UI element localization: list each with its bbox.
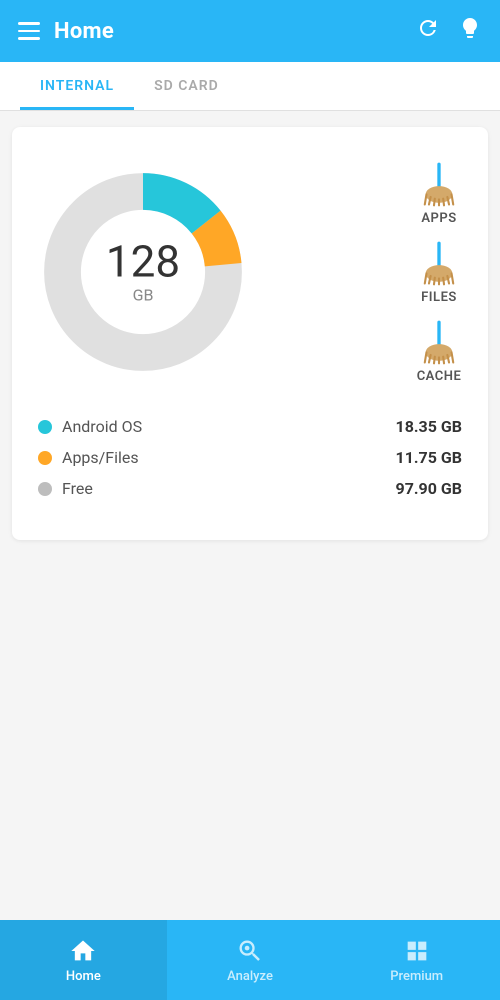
- legend-apps-files: Apps/Files 11.75 GB: [38, 448, 462, 467]
- nav-analyze-label: Analyze: [227, 969, 273, 984]
- tabs-bar: INTERNAL SD CARD: [0, 62, 500, 111]
- action-files[interactable]: FILES: [416, 240, 462, 305]
- legend-value-android: 18.35 GB: [396, 417, 462, 436]
- nav-analyze[interactable]: Analyze: [167, 920, 334, 1000]
- legend-value-free: 97.90 GB: [396, 479, 462, 498]
- main-content-card: 128 GB: [12, 127, 488, 540]
- legend-label-free: Free: [62, 479, 93, 498]
- chart-area: 128 GB: [28, 147, 472, 407]
- legend-free: Free 97.90 GB: [38, 479, 462, 498]
- legend-label-android: Android OS: [62, 417, 142, 436]
- nav-premium[interactable]: Premium: [333, 920, 500, 1000]
- action-apps[interactable]: APPS: [416, 161, 462, 226]
- donut-chart: 128 GB: [28, 157, 258, 387]
- header-left: Home: [18, 19, 114, 44]
- action-cache-label: CACHE: [417, 369, 462, 384]
- nav-home[interactable]: Home: [0, 920, 167, 1000]
- hamburger-menu[interactable]: [18, 22, 40, 40]
- tab-internal[interactable]: INTERNAL: [20, 62, 134, 110]
- nav-home-label: Home: [66, 969, 101, 984]
- side-actions: APPS FILES: [416, 161, 472, 384]
- legend-dot-apps: [38, 451, 52, 465]
- legend-value-apps: 11.75 GB: [396, 448, 462, 467]
- action-files-label: FILES: [421, 290, 457, 305]
- action-apps-label: APPS: [421, 211, 456, 226]
- storage-total: 128: [106, 240, 180, 284]
- legend-dot-android: [38, 420, 52, 434]
- bottom-navigation: Home Analyze Premium: [0, 920, 500, 1000]
- header-right: [416, 16, 482, 46]
- nav-premium-label: Premium: [390, 969, 443, 984]
- legend-android-os: Android OS 18.35 GB: [38, 417, 462, 436]
- storage-legend: Android OS 18.35 GB Apps/Files 11.75 GB …: [28, 417, 472, 498]
- action-cache[interactable]: CACHE: [416, 319, 462, 384]
- legend-dot-free: [38, 482, 52, 496]
- legend-label-apps: Apps/Files: [62, 448, 139, 467]
- app-header: Home: [0, 0, 500, 62]
- donut-center-label: 128 GB: [106, 240, 180, 305]
- refresh-icon[interactable]: [416, 16, 440, 46]
- app-title: Home: [54, 19, 114, 44]
- storage-unit: GB: [106, 286, 180, 305]
- tab-sdcard[interactable]: SD CARD: [134, 62, 239, 110]
- tip-icon[interactable]: [458, 16, 482, 46]
